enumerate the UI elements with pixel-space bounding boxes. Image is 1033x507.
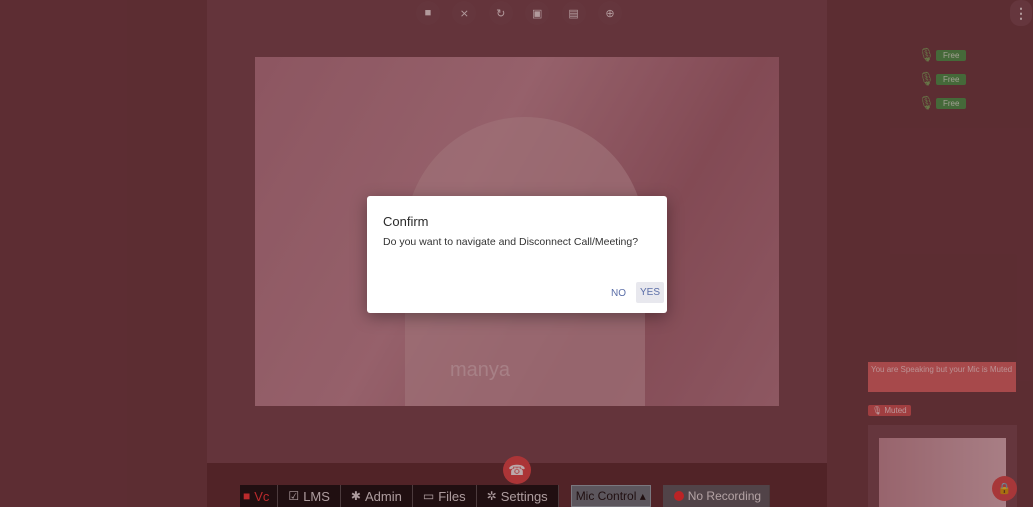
dialog-message: Do you want to navigate and Disconnect C… [383, 236, 639, 248]
no-button[interactable]: NO [608, 284, 629, 303]
dialog-title: Confirm [383, 214, 429, 229]
yes-button[interactable]: YES [636, 282, 665, 303]
confirm-dialog: Confirm Do you want to navigate and Disc… [367, 196, 667, 313]
